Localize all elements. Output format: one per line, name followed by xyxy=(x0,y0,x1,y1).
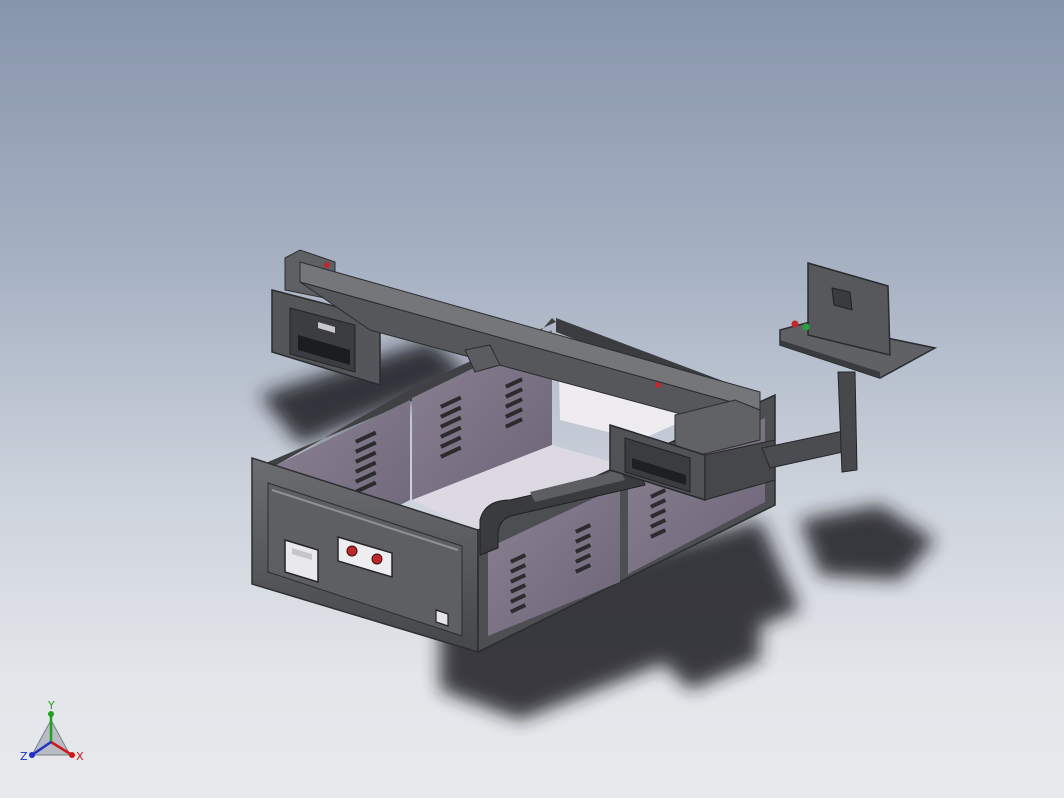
red-button-icon[interactable] xyxy=(371,553,383,565)
assembly-model[interactable] xyxy=(0,0,1064,798)
y-axis-label: Y xyxy=(47,700,55,712)
x-axis-label: X xyxy=(76,750,84,763)
red-button-icon[interactable] xyxy=(791,320,799,328)
indicator-light-icon xyxy=(324,262,330,268)
monitor-arm xyxy=(761,262,938,473)
z-axis-label: Z xyxy=(20,750,28,763)
axis-triad: Y X Z xyxy=(20,700,84,763)
red-button-icon[interactable] xyxy=(346,545,358,557)
indicator-light-icon xyxy=(655,382,661,388)
green-button-icon[interactable] xyxy=(802,323,810,331)
cad-viewport[interactable]: Y X Z xyxy=(0,0,1064,798)
